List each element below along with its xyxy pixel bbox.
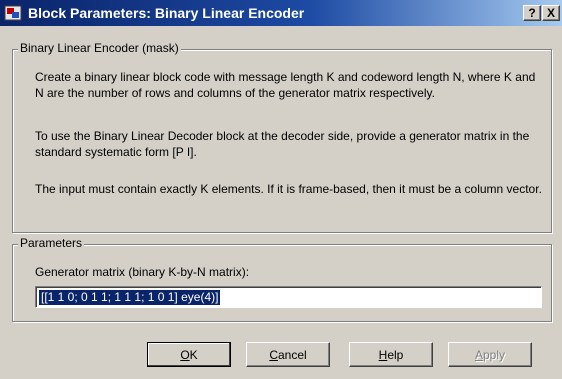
parameters-group-legend: Parameters — [18, 236, 85, 250]
ok-button[interactable]: OK — [147, 342, 231, 367]
generator-matrix-input[interactable]: [[1 1 0; 0 1 1; 1 1 1; 1 0 1] eye(4)] — [35, 286, 542, 308]
parameters-group — [12, 244, 552, 322]
description-paragraph-1: Create a binary linear block code with m… — [35, 70, 536, 100]
simulink-block-icon — [4, 5, 22, 21]
apply-button[interactable]: Apply — [448, 342, 532, 367]
block-parameters-dialog: Block Parameters: Binary Linear Encoder … — [0, 0, 562, 379]
description-paragraph-3: The input must contain exactly K element… — [35, 182, 542, 196]
window-title: Block Parameters: Binary Linear Encoder — [28, 5, 305, 21]
close-icon: X — [546, 6, 555, 20]
title-close-button[interactable]: X — [542, 5, 560, 21]
description-paragraph-2: To use the Binary Linear Decoder block a… — [35, 129, 530, 159]
help-button[interactable]: Help — [349, 342, 433, 367]
description-group-legend: Binary Linear Encoder (mask) — [18, 41, 181, 55]
generator-matrix-label: Generator matrix (binary K-by-N matrix): — [35, 265, 250, 279]
question-mark-icon: ? — [528, 6, 536, 20]
generator-matrix-value: [[1 1 0; 0 1 1; 1 1 1; 1 0 1] eye(4)] — [39, 290, 221, 305]
title-help-button[interactable]: ? — [523, 5, 541, 21]
cancel-button[interactable]: Cancel — [246, 342, 330, 367]
title-bar[interactable]: Block Parameters: Binary Linear Encoder … — [0, 0, 562, 26]
